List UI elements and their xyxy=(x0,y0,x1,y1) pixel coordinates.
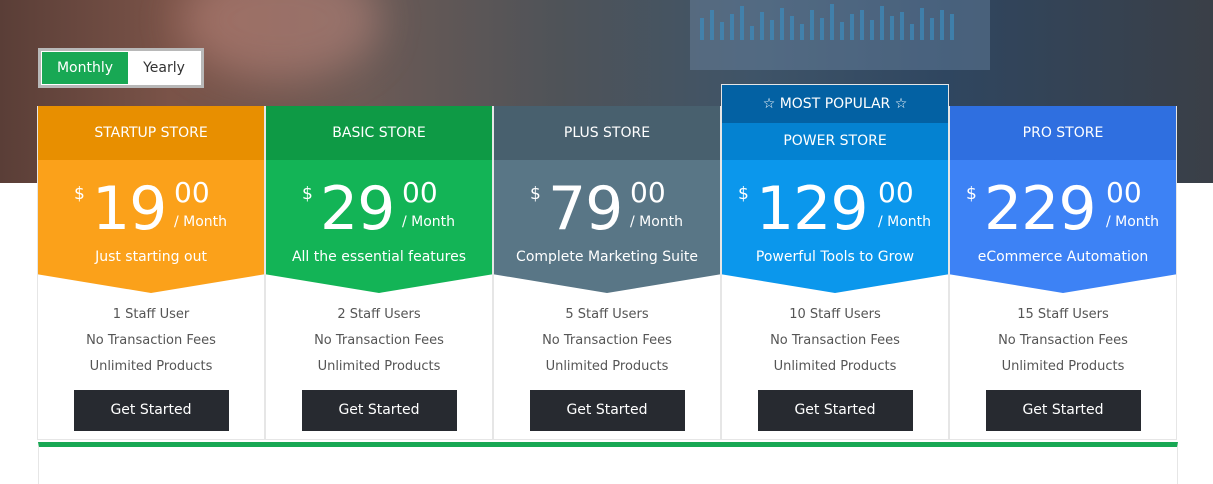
plan-features: 10 Staff Users No Transaction Fees Unlim… xyxy=(722,293,948,380)
price-amount: 129 xyxy=(756,174,869,244)
plan-features: 1 Staff User No Transaction Fees Unlimit… xyxy=(38,293,264,380)
plan-title: PLUS STORE xyxy=(494,106,720,168)
feature-item: No Transaction Fees xyxy=(86,333,216,348)
price-cents: 00 xyxy=(1106,176,1142,209)
price-currency: $ xyxy=(302,184,313,204)
feature-item: Unlimited Products xyxy=(773,359,897,374)
plan-price: $ 129 00 / Month Powerful Tools to Grow xyxy=(722,160,948,293)
plan-features: 2 Staff Users No Transaction Fees Unlimi… xyxy=(266,293,492,380)
price-cents: 00 xyxy=(402,176,438,209)
price-currency: $ xyxy=(738,184,749,204)
feature-item: Unlimited Products xyxy=(89,359,213,374)
pricing-plans: STARTUP STORE $ 19 00 / Month Just start… xyxy=(37,84,1178,444)
plan-price: $ 79 00 / Month Complete Marketing Suite xyxy=(494,160,720,293)
price-currency: $ xyxy=(966,184,977,204)
feature-item: No Transaction Fees xyxy=(998,333,1128,348)
plan-card-power: ☆ MOST POPULAR ☆ POWER STORE $ 129 00 / … xyxy=(721,84,949,440)
feature-item: No Transaction Fees xyxy=(542,333,672,348)
price-amount: 79 xyxy=(548,174,623,244)
billing-period-toggle: Monthly Yearly xyxy=(38,48,204,88)
plan-card-pro: PRO STORE $ 229 00 / Month eCommerce Aut… xyxy=(949,106,1177,440)
details-panel xyxy=(38,442,1178,484)
plan-card-plus: PLUS STORE $ 79 00 / Month Complete Mark… xyxy=(493,106,721,440)
feature-item: 5 Staff Users xyxy=(565,307,649,322)
price-amount: 19 xyxy=(92,174,167,244)
price-currency: $ xyxy=(74,184,85,204)
plan-card-startup: STARTUP STORE $ 19 00 / Month Just start… xyxy=(37,106,265,440)
price-period: / Month xyxy=(174,214,228,230)
feature-item: 10 Staff Users xyxy=(789,307,881,322)
get-started-button[interactable]: Get Started xyxy=(757,390,913,431)
plan-title: BASIC STORE xyxy=(266,106,492,168)
plan-price: $ 19 00 / Month Just starting out xyxy=(38,160,264,293)
toggle-monthly[interactable]: Monthly xyxy=(42,52,128,84)
plan-card-basic: BASIC STORE $ 29 00 / Month All the esse… xyxy=(265,106,493,440)
plan-title: POWER STORE xyxy=(722,123,948,168)
get-started-button[interactable]: Get Started xyxy=(529,390,685,431)
feature-item: Unlimited Products xyxy=(1001,359,1125,374)
hero-glow xyxy=(180,0,380,80)
feature-item: 2 Staff Users xyxy=(337,307,421,322)
price-cents: 00 xyxy=(174,176,210,209)
plan-title: STARTUP STORE xyxy=(38,106,264,168)
feature-item: No Transaction Fees xyxy=(314,333,444,348)
plan-features: 15 Staff Users No Transaction Fees Unlim… xyxy=(950,293,1176,380)
hero-chart-decoration xyxy=(700,0,980,40)
price-cents: 00 xyxy=(878,176,914,209)
price-currency: $ xyxy=(530,184,541,204)
get-started-button[interactable]: Get Started xyxy=(985,390,1141,431)
most-popular-badge: ☆ MOST POPULAR ☆ xyxy=(722,85,948,123)
plan-tagline: Just starting out xyxy=(95,249,207,265)
plan-features: 5 Staff Users No Transaction Fees Unlimi… xyxy=(494,293,720,380)
feature-item: Unlimited Products xyxy=(545,359,669,374)
feature-item: Unlimited Products xyxy=(317,359,441,374)
toggle-yearly[interactable]: Yearly xyxy=(128,52,200,84)
price-period: / Month xyxy=(878,214,932,230)
plan-price: $ 229 00 / Month eCommerce Automation xyxy=(950,160,1176,293)
plan-tagline: All the essential features xyxy=(291,249,467,265)
price-amount: 229 xyxy=(984,174,1097,244)
plan-title: PRO STORE xyxy=(950,106,1176,168)
plan-tagline: Complete Marketing Suite xyxy=(516,249,698,265)
plan-price: $ 29 00 / Month All the essential featur… xyxy=(266,160,492,293)
price-period: / Month xyxy=(630,214,684,230)
price-period: / Month xyxy=(1106,214,1160,230)
price-amount: 29 xyxy=(320,174,395,244)
plan-tagline: Powerful Tools to Grow xyxy=(755,249,915,265)
price-cents: 00 xyxy=(630,176,666,209)
feature-item: 15 Staff Users xyxy=(1017,307,1109,322)
feature-item: 1 Staff User xyxy=(112,307,190,322)
plan-tagline: eCommerce Automation xyxy=(977,249,1149,265)
get-started-button[interactable]: Get Started xyxy=(301,390,457,431)
price-period: / Month xyxy=(402,214,456,230)
feature-item: No Transaction Fees xyxy=(770,333,900,348)
get-started-button[interactable]: Get Started xyxy=(73,390,229,431)
